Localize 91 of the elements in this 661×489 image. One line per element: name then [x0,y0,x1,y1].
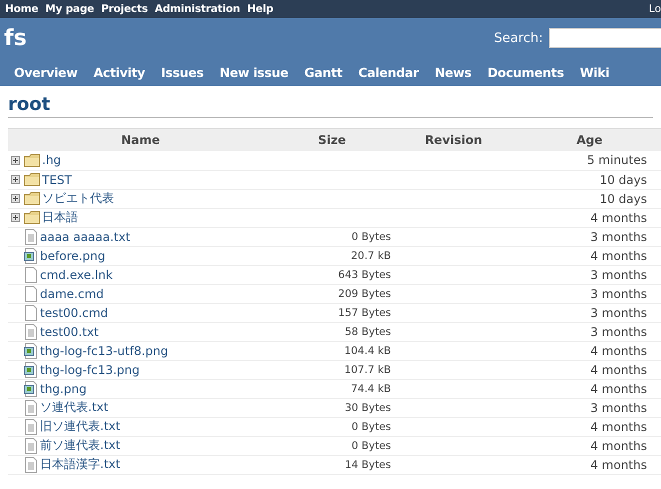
text-file-icon [24,228,38,244]
text-file-icon [24,418,38,434]
age-text: 4 months [590,438,647,452]
nav-tab[interactable]: Overview [6,65,86,80]
expand-icon[interactable] [11,194,20,203]
file-size: 0 Bytes [352,440,391,452]
file-icon [24,266,38,282]
search-field[interactable] [549,28,661,48]
age-text: 10 days [600,172,647,186]
top-menu-link[interactable]: Projects [101,3,148,15]
age-text: 4 months [590,344,647,358]
age-text: 4 months [590,420,647,434]
account-link[interactable]: Lo [648,3,661,15]
image-file-icon [24,362,38,378]
search-label: Search: [494,30,543,46]
file-link[interactable]: thg.png [40,382,87,396]
age-text: 4 months [590,362,647,376]
expand-icon[interactable] [11,175,20,184]
image-file-icon [24,342,38,358]
age-text: 4 months [590,458,647,472]
nav-tab[interactable]: Issues [153,65,212,80]
age-text: 4 months [590,210,647,224]
folder-icon [24,173,40,186]
file-icon [24,286,38,302]
folder-icon [24,192,40,205]
nav-tab[interactable]: New issue [212,65,296,80]
file-size: 209 Bytes [338,288,391,300]
folder-link[interactable]: 日本語 [42,209,78,226]
file-link[interactable]: cmd.exe.lnk [40,268,113,282]
file-icon [24,304,38,320]
file-size: 107.7 kB [344,364,391,376]
column-header[interactable]: Age [516,128,661,151]
age-text: 3 months [590,306,647,320]
file-size: 0 Bytes [352,420,391,432]
file-link[interactable]: test00.txt [40,324,99,338]
age-text: 10 days [600,192,647,206]
top-menu-link[interactable]: Help [247,3,274,15]
file-link[interactable]: test00.cmd [40,306,108,320]
age-text: 3 months [590,400,647,414]
expand-icon[interactable] [11,156,20,165]
age-text: 3 months [590,324,647,338]
nav-tab[interactable]: Activity [85,65,153,80]
column-header[interactable]: Name [8,128,273,151]
file-link[interactable]: thg-log-fc13.png [40,362,140,376]
file-link[interactable]: 日本語漢字.txt [40,456,120,473]
text-file-icon [24,324,38,340]
expand-icon[interactable] [11,213,20,222]
column-header[interactable]: Revision [391,128,516,151]
folder-link[interactable]: ソビエト代表 [42,190,114,207]
nav-tab[interactable]: Calendar [350,65,427,80]
file-size: 0 Bytes [352,230,391,242]
file-size: 20.7 kB [350,250,391,262]
column-header[interactable]: Size [273,128,391,151]
project-title: fs [4,26,28,50]
file-link[interactable]: aaaa aaaaa.txt [40,230,130,244]
file-link[interactable]: before.png [40,248,106,262]
nav-tab[interactable]: News [426,65,480,80]
age-text: 3 months [590,268,647,282]
age-text: 3 months [590,230,647,244]
file-link[interactable]: 旧ソ連代表.txt [40,418,120,435]
file-size: 74.4 kB [350,382,391,394]
text-file-icon [24,438,38,454]
age-text: 4 months [590,382,647,396]
folder-link[interactable]: TEST [42,172,72,186]
file-size: 643 Bytes [338,268,391,280]
file-size: 157 Bytes [338,306,391,318]
file-size: 104.4 kB [344,344,391,356]
file-link[interactable]: dame.cmd [40,286,104,300]
text-file-icon [24,400,38,416]
page-title: root [8,94,653,118]
text-file-icon [24,456,38,472]
folder-icon [24,211,40,224]
top-menu-link[interactable]: Administration [154,3,240,15]
age-text: 5 minutes [586,153,647,168]
age-text: 4 months [590,248,647,262]
file-size: 30 Bytes [344,402,391,414]
image-file-icon [24,380,38,396]
image-file-icon [24,248,38,264]
file-size: 58 Bytes [344,326,391,338]
folder-icon [24,154,40,167]
nav-tab[interactable]: Gantt [296,65,350,80]
folder-link[interactable]: .hg [42,153,62,168]
file-link[interactable]: 前ソ連代表.txt [40,437,120,454]
file-link[interactable]: thg-log-fc13-utf8.png [40,344,168,358]
age-text: 3 months [590,286,647,300]
top-menu-link[interactable]: Home [5,3,38,15]
nav-tab[interactable]: Documents [479,65,572,80]
top-menu-link[interactable]: My page [45,3,94,15]
file-link[interactable]: ソ連代表.txt [40,399,108,416]
nav-tab[interactable]: Wiki [572,65,618,80]
file-size: 14 Bytes [344,458,391,470]
